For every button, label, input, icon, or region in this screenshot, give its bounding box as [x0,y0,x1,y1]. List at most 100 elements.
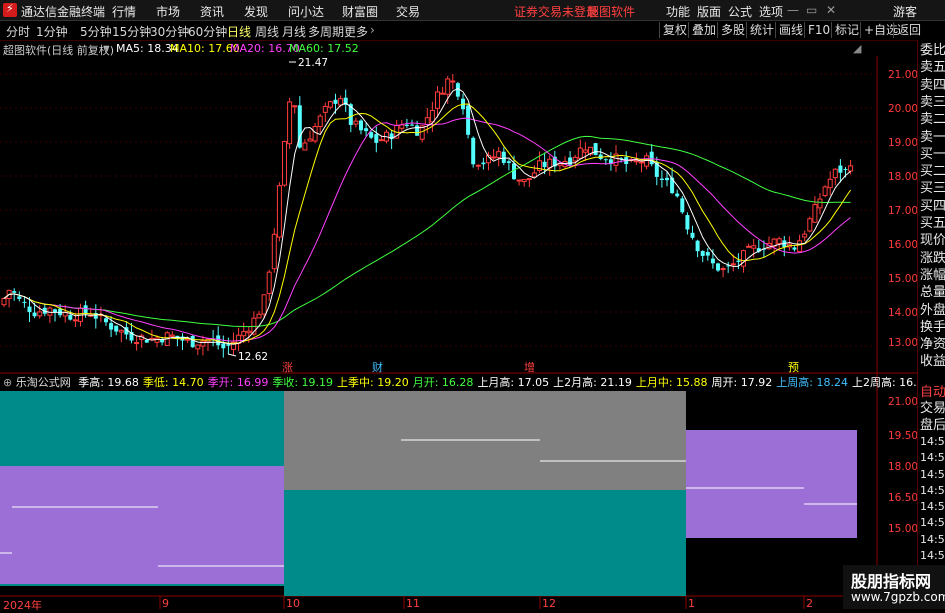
candle-body [572,156,578,162]
tab-15min[interactable]: 15分钟 [112,23,151,40]
side-panel-item[interactable]: 净资 [920,338,945,352]
side-panel-item[interactable]: 卖三 [920,95,945,110]
candle-body [307,138,313,142]
menu-item-news[interactable]: 资讯 [200,3,224,20]
candle-body [435,91,440,109]
side-panel-item[interactable]: 买三 [920,182,945,196]
side-panel-item[interactable]: 卖二 [920,113,945,127]
candle-body [475,164,481,167]
menu-item-market[interactable]: 市场 [156,3,180,20]
candle-body [633,160,639,163]
kline-chart[interactable]: 21.47 12.62 [0,40,917,609]
side-panel-item[interactable]: 买一 [920,147,945,162]
price-tick: 16.00 [888,239,919,251]
tab-5min[interactable]: 5分钟 [80,23,112,40]
price-tick: 20.00 [888,103,919,115]
more-chevron-icon[interactable]: › [370,23,375,37]
side-panel-tab[interactable]: 自动 [920,386,945,400]
side-panel-item[interactable]: 换手 [920,320,945,335]
candle-body [690,232,695,238]
multi-stock-button[interactable]: 多股 [717,22,748,38]
side-panel-item[interactable]: 涨跌 [920,251,945,266]
side-panel-item[interactable]: 委比 [920,44,945,58]
menu-options[interactable]: 选项 [759,3,783,20]
side-panel-item[interactable]: 买二 [920,165,945,179]
candle-body [730,263,736,266]
tab-multi-period[interactable]: 多周期 [308,23,344,40]
mark-button[interactable]: 标记 [831,22,862,38]
side-panel-item[interactable]: 现价 [920,234,945,248]
trade-login-notice[interactable]: 证券交易未登录 [514,3,598,20]
event-marker[interactable]: 涨 [282,359,293,375]
candle-body [195,344,201,350]
candle-body [302,142,308,151]
f10-button[interactable]: F10 [804,22,833,38]
tab-fenshi[interactable]: 分时 [6,23,30,40]
stats-button[interactable]: 统计 [746,22,777,38]
menu-item-discover[interactable]: 发现 [244,3,268,20]
tab-weekly[interactable]: 周线 [255,23,279,40]
watermark: 股朋指标网 www.7gpzb.com [843,565,945,609]
indicator-value: 季收: 19.19 [272,376,334,389]
fuquan-button[interactable]: 复权 [659,22,690,38]
candle-body [359,120,363,131]
ma20-line [3,117,851,342]
purple-block-right [686,430,857,538]
menu-layout[interactable]: 版面 [697,3,721,20]
side-panel-item[interactable]: 收益 [920,355,945,369]
candle-body [531,172,537,178]
tick-time: 14:56 [920,434,945,448]
lower-price-tick: 21.00 [888,396,919,408]
side-panel-item[interactable]: 买四 [920,199,945,214]
candle-body [450,80,456,83]
menu-function[interactable]: 功能 [666,3,690,20]
event-marker[interactable]: 财 [372,359,383,375]
guest-label[interactable]: 游客 [893,3,917,20]
side-panel-item[interactable]: 卖一 [920,130,945,145]
tab-30min[interactable]: 30分钟 [150,23,189,40]
candle-body [716,263,720,271]
tab-monthly[interactable]: 月线 [282,23,306,40]
event-marker[interactable]: 增 [524,359,535,375]
candle-body [134,342,140,345]
date-label: 2 [806,597,813,610]
side-panel-item[interactable]: 外盘 [920,303,945,318]
tab-more[interactable]: 更多 [344,23,368,40]
tab-daily[interactable]: 日线 [227,23,251,40]
indicator-name[interactable]: 乐淘公式网 [16,376,71,389]
candle-body [144,339,149,343]
indicator-value: 季开: 16.99 [207,376,269,389]
teal-block-mid [284,490,686,596]
overlay-button[interactable]: 叠加 [688,22,719,38]
menu-item-caifuquan[interactable]: 财富圈 [342,3,378,20]
menu-item-hangqing[interactable]: 行情 [112,3,136,20]
indicator-lock-icon[interactable]: ⊕ [3,376,12,389]
back-button[interactable]: 返回 [893,22,924,38]
tab-1min[interactable]: 1分钟 [36,23,68,40]
side-panel-tab[interactable]: 盘后 [920,418,945,433]
close-icon[interactable]: ✕ [826,3,836,17]
candle-body [312,125,318,142]
side-panel-item[interactable]: 总量 [920,286,945,300]
side-panel-item[interactable]: 买五 [920,217,945,231]
minimize-icon[interactable]: — [787,3,799,17]
tab-60min[interactable]: 60分钟 [188,23,227,40]
candle-body [190,335,195,348]
restore-icon[interactable]: ▭ [806,3,817,17]
menu-formula[interactable]: 公式 [728,3,752,20]
candle-body [266,271,272,294]
event-marker[interactable]: 预 [788,359,799,375]
side-panel-tab[interactable]: 交易 [920,402,945,416]
tick-time: 14:56 [920,483,945,497]
menu-item-trade[interactable]: 交易 [396,3,420,20]
side-panel-item[interactable]: 卖五 [920,61,945,75]
draw-line-button[interactable]: 画线 [775,22,806,38]
indicator-value: 季低: 14.70 [142,376,204,389]
candle-body [353,120,359,125]
side-panel-item[interactable]: 卖四 [920,78,945,93]
menu-item-wenxiaoda[interactable]: 问小达 [288,3,324,20]
candle-body [516,179,522,182]
candle-body [246,330,252,334]
side-panel-item[interactable]: 涨幅 [920,268,945,283]
date-label: 10 [286,597,300,610]
